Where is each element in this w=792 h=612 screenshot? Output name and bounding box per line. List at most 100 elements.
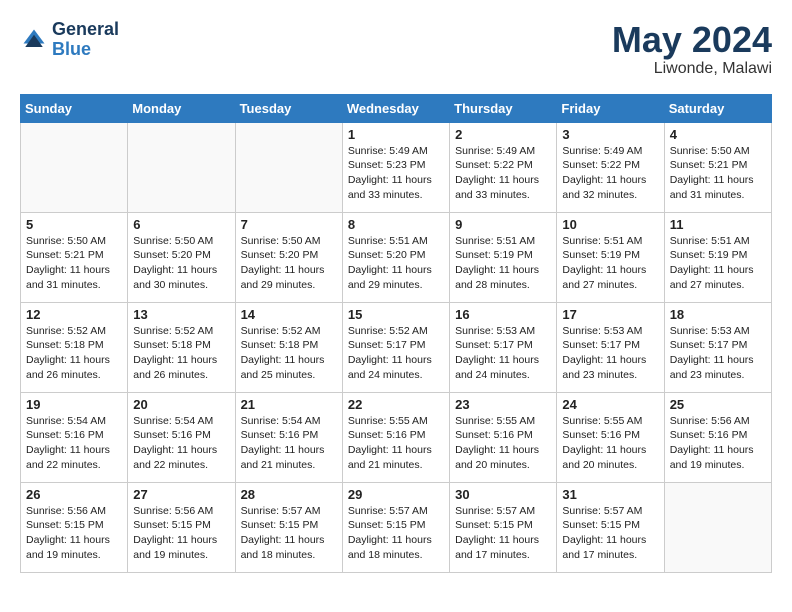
calendar-cell	[235, 122, 342, 212]
day-number: 25	[670, 397, 766, 412]
logo: General Blue	[20, 20, 119, 60]
calendar-cell: 14 Sunrise: 5:52 AM Sunset: 5:18 PM Dayli…	[235, 302, 342, 392]
day-number: 29	[348, 487, 444, 502]
day-info: Sunrise: 5:56 AM Sunset: 5:15 PM Dayligh…	[133, 504, 229, 563]
calendar-cell: 31 Sunrise: 5:57 AM Sunset: 5:15 PM Dayli…	[557, 482, 664, 572]
calendar-cell: 9 Sunrise: 5:51 AM Sunset: 5:19 PM Daylig…	[450, 212, 557, 302]
day-info: Sunrise: 5:56 AM Sunset: 5:16 PM Dayligh…	[670, 414, 766, 473]
calendar-cell: 27Sunrise: 5:56 AM Sunset: 5:15 PM Dayli…	[128, 482, 235, 572]
day-number: 17	[562, 307, 658, 322]
calendar-cell	[21, 122, 128, 212]
day-info: Sunrise: 5:50 AM Sunset: 5:21 PM Dayligh…	[670, 144, 766, 203]
weekday-header: Sunday	[21, 94, 128, 122]
week-row: 5Sunrise: 5:50 AM Sunset: 5:21 PM Daylig…	[21, 212, 772, 302]
calendar-cell: 23 Sunrise: 5:55 AM Sunset: 5:16 PM Dayli…	[450, 392, 557, 482]
day-number: 30	[455, 487, 551, 502]
day-number: 23	[455, 397, 551, 412]
day-info: Sunrise: 5:53 AM Sunset: 5:17 PM Dayligh…	[670, 324, 766, 383]
day-info: Sunrise: 5:55 AM Sunset: 5:16 PM Dayligh…	[562, 414, 658, 473]
day-number: 6	[133, 217, 229, 232]
day-number: 8	[348, 217, 444, 232]
day-number: 10	[562, 217, 658, 232]
calendar-cell: 6Sunrise: 5:50 AM Sunset: 5:20 PM Daylig…	[128, 212, 235, 302]
day-number: 7	[241, 217, 337, 232]
weekday-header: Saturday	[664, 94, 771, 122]
day-info: Sunrise: 5:57 AM Sunset: 5:15 PM Dayligh…	[241, 504, 337, 563]
day-info: Sunrise: 5:55 AM Sunset: 5:16 PM Dayligh…	[348, 414, 444, 473]
day-info: Sunrise: 5:50 AM Sunset: 5:20 PM Dayligh…	[241, 234, 337, 293]
day-number: 18	[670, 307, 766, 322]
day-number: 26	[26, 487, 122, 502]
day-info: Sunrise: 5:51 AM Sunset: 5:19 PM Dayligh…	[562, 234, 658, 293]
day-number: 28	[241, 487, 337, 502]
day-number: 24	[562, 397, 658, 412]
calendar-cell: 19 Sunrise: 5:54 AM Sunset: 5:16 PM Dayli…	[21, 392, 128, 482]
day-info: Sunrise: 5:49 AM Sunset: 5:22 PM Dayligh…	[455, 144, 551, 203]
calendar-cell: 21Sunrise: 5:54 AM Sunset: 5:16 PM Dayli…	[235, 392, 342, 482]
weekday-header: Tuesday	[235, 94, 342, 122]
day-number: 20	[133, 397, 229, 412]
location: Liwonde, Malawi	[612, 60, 772, 78]
calendar-cell: 20 Sunrise: 5:54 AM Sunset: 5:16 PM Dayli…	[128, 392, 235, 482]
week-row: 19 Sunrise: 5:54 AM Sunset: 5:16 PM Dayli…	[21, 392, 772, 482]
day-info: Sunrise: 5:56 AM Sunset: 5:15 PM Dayligh…	[26, 504, 122, 563]
calendar-cell: 24 Sunrise: 5:55 AM Sunset: 5:16 PM Dayli…	[557, 392, 664, 482]
calendar-cell: 18 Sunrise: 5:53 AM Sunset: 5:17 PM Dayli…	[664, 302, 771, 392]
calendar-cell: 7 Sunrise: 5:50 AM Sunset: 5:20 PM Daylig…	[235, 212, 342, 302]
day-number: 9	[455, 217, 551, 232]
weekday-header: Thursday	[450, 94, 557, 122]
logo-text: General Blue	[52, 20, 119, 60]
day-info: Sunrise: 5:54 AM Sunset: 5:16 PM Dayligh…	[26, 414, 122, 473]
day-number: 11	[670, 217, 766, 232]
day-info: Sunrise: 5:49 AM Sunset: 5:22 PM Dayligh…	[562, 144, 658, 203]
calendar-cell: 17 Sunrise: 5:53 AM Sunset: 5:17 PM Dayli…	[557, 302, 664, 392]
calendar-cell: 8 Sunrise: 5:51 AM Sunset: 5:20 PM Daylig…	[342, 212, 449, 302]
day-info: Sunrise: 5:52 AM Sunset: 5:18 PM Dayligh…	[241, 324, 337, 383]
calendar-table: SundayMondayTuesdayWednesdayThursdayFrid…	[20, 94, 772, 573]
page-header: General Blue May 2024 Liwonde, Malawi	[20, 20, 772, 78]
logo-icon	[20, 26, 48, 54]
day-info: Sunrise: 5:53 AM Sunset: 5:17 PM Dayligh…	[455, 324, 551, 383]
day-info: Sunrise: 5:49 AM Sunset: 5:23 PM Dayligh…	[348, 144, 444, 203]
weekday-header: Monday	[128, 94, 235, 122]
calendar-cell: 11Sunrise: 5:51 AM Sunset: 5:19 PM Dayli…	[664, 212, 771, 302]
week-row: 26 Sunrise: 5:56 AM Sunset: 5:15 PM Dayli…	[21, 482, 772, 572]
day-number: 16	[455, 307, 551, 322]
calendar-cell: 26 Sunrise: 5:56 AM Sunset: 5:15 PM Dayli…	[21, 482, 128, 572]
weekday-header: Wednesday	[342, 94, 449, 122]
calendar-cell: 5Sunrise: 5:50 AM Sunset: 5:21 PM Daylig…	[21, 212, 128, 302]
day-info: Sunrise: 5:54 AM Sunset: 5:16 PM Dayligh…	[133, 414, 229, 473]
day-info: Sunrise: 5:55 AM Sunset: 5:16 PM Dayligh…	[455, 414, 551, 473]
calendar-cell: 28 Sunrise: 5:57 AM Sunset: 5:15 PM Dayli…	[235, 482, 342, 572]
day-info: Sunrise: 5:52 AM Sunset: 5:18 PM Dayligh…	[133, 324, 229, 383]
day-info: Sunrise: 5:57 AM Sunset: 5:15 PM Dayligh…	[455, 504, 551, 563]
month-title: May 2024	[612, 20, 772, 60]
day-number: 19	[26, 397, 122, 412]
calendar-cell: 10 Sunrise: 5:51 AM Sunset: 5:19 PM Dayli…	[557, 212, 664, 302]
day-number: 13	[133, 307, 229, 322]
title-block: May 2024 Liwonde, Malawi	[612, 20, 772, 78]
calendar-cell: 4 Sunrise: 5:50 AM Sunset: 5:21 PM Daylig…	[664, 122, 771, 212]
day-number: 1	[348, 127, 444, 142]
header-row: SundayMondayTuesdayWednesdayThursdayFrid…	[21, 94, 772, 122]
day-info: Sunrise: 5:52 AM Sunset: 5:18 PM Dayligh…	[26, 324, 122, 383]
day-number: 31	[562, 487, 658, 502]
day-number: 3	[562, 127, 658, 142]
calendar-cell: 1 Sunrise: 5:49 AM Sunset: 5:23 PM Daylig…	[342, 122, 449, 212]
day-info: Sunrise: 5:57 AM Sunset: 5:15 PM Dayligh…	[348, 504, 444, 563]
calendar-cell	[664, 482, 771, 572]
day-info: Sunrise: 5:52 AM Sunset: 5:17 PM Dayligh…	[348, 324, 444, 383]
calendar-cell: 12 Sunrise: 5:52 AM Sunset: 5:18 PM Dayli…	[21, 302, 128, 392]
day-number: 4	[670, 127, 766, 142]
week-row: 12 Sunrise: 5:52 AM Sunset: 5:18 PM Dayli…	[21, 302, 772, 392]
day-info: Sunrise: 5:51 AM Sunset: 5:20 PM Dayligh…	[348, 234, 444, 293]
day-info: Sunrise: 5:53 AM Sunset: 5:17 PM Dayligh…	[562, 324, 658, 383]
weekday-header: Friday	[557, 94, 664, 122]
day-number: 15	[348, 307, 444, 322]
day-info: Sunrise: 5:51 AM Sunset: 5:19 PM Dayligh…	[455, 234, 551, 293]
day-number: 14	[241, 307, 337, 322]
day-number: 12	[26, 307, 122, 322]
day-number: 2	[455, 127, 551, 142]
day-info: Sunrise: 5:50 AM Sunset: 5:21 PM Dayligh…	[26, 234, 122, 293]
day-info: Sunrise: 5:57 AM Sunset: 5:15 PM Dayligh…	[562, 504, 658, 563]
